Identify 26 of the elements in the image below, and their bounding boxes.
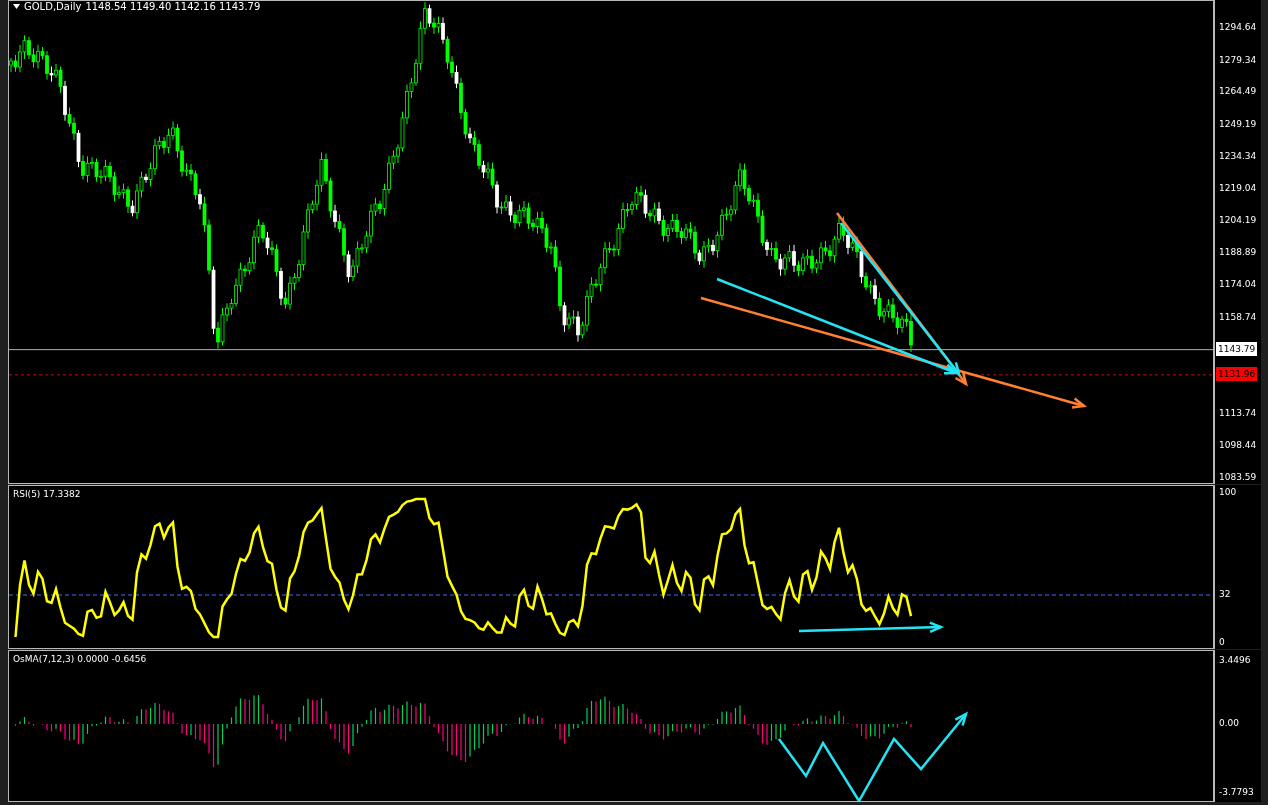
alert-price-label: 1131.96: [1216, 366, 1258, 381]
axis-label: 1219.04: [1219, 182, 1257, 196]
axis-label: 1098.44: [1219, 439, 1257, 453]
axis-label: 0.00: [1219, 717, 1240, 730]
symbol-title: GOLD,Daily: [24, 1, 82, 12]
axis-label: 1188.89: [1219, 246, 1257, 260]
axis-label: 100: [1219, 486, 1237, 499]
axis-label: 1204.19: [1219, 213, 1257, 227]
axis-label: 1249.19: [1219, 117, 1257, 131]
axis-label: 1279.34: [1219, 53, 1257, 67]
axis-label: -3.7793: [1219, 786, 1254, 799]
axis-label: 1264.49: [1219, 85, 1257, 99]
axis-label: 1113.74: [1219, 406, 1257, 420]
ohlc-values: 1148.54 1149.40 1142.16 1143.79: [85, 1, 261, 12]
caret-icon: [13, 4, 20, 9]
axis-label: 1083.59: [1219, 471, 1257, 484]
axis-label: 1174.04: [1219, 278, 1257, 292]
indicator-title: OsMA(7,12,3) 0.0000 -0.6456: [13, 654, 147, 664]
axis-label: 3.4496: [1219, 654, 1251, 667]
axis-label: 1234.34: [1219, 149, 1257, 163]
axis-label: 1158.74: [1219, 310, 1257, 324]
axis-label: 1294.64: [1219, 21, 1257, 34]
indicator-title: RSI(5) 17.3382: [13, 489, 81, 499]
axis-label: 0: [1219, 636, 1225, 649]
price-label: 1143.79: [1216, 341, 1258, 356]
axis-label: 32: [1219, 588, 1231, 601]
